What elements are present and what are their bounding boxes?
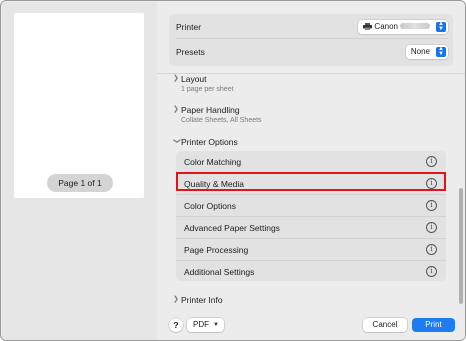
settings-pane: Printer Canon ▲ ▼ Presets None ▲ ▼ ❯ Lay… — [157, 2, 465, 340]
section-layout[interactable]: ❯ Layout 1 page per sheet — [173, 74, 333, 96]
settings-scroll-area: ❯ Layout 1 page per sheet ❯ Paper Handli… — [157, 74, 465, 308]
chevron-right-icon: ❯ — [173, 75, 179, 82]
presets-popup[interactable]: None ▲ ▼ — [405, 45, 448, 59]
pdf-label: PDF — [193, 320, 209, 329]
scrollbar-thumb[interactable] — [459, 188, 463, 304]
section-summary-paper-handling: Collate Sheets, All Sheets — [181, 117, 262, 124]
option-advanced-paper-settings[interactable]: Advanced Paper Settings i — [176, 217, 446, 239]
option-label: Advanced Paper Settings — [184, 223, 280, 233]
chevron-right-icon: ❯ — [173, 296, 179, 303]
bottom-bar: ? PDF ▼ Cancel Print — [157, 308, 465, 340]
print-dialog: Page 1 of 1 Printer Canon ▲ ▼ Presets Non… — [0, 0, 466, 341]
info-icon[interactable]: i — [426, 156, 437, 167]
presets-row: Presets None ▲ ▼ — [176, 40, 448, 64]
info-icon[interactable]: i — [426, 178, 437, 189]
option-color-matching[interactable]: Color Matching i — [176, 151, 446, 173]
info-icon[interactable]: i — [426, 244, 437, 255]
printer-name: Canon — [374, 22, 398, 31]
section-title-layout: Layout — [181, 74, 207, 84]
up-down-arrows-icon: ▲ ▼ — [436, 46, 446, 57]
presets-label: Presets — [176, 47, 205, 57]
section-printer-info[interactable]: ❯ Printer Info — [173, 295, 333, 306]
option-label: Color Matching — [184, 157, 242, 167]
preview-pane: Page 1 of 1 — [2, 2, 157, 340]
option-additional-settings[interactable]: Additional Settings i — [176, 261, 446, 281]
section-title-printer-options: Printer Options — [181, 137, 238, 147]
option-label: Color Options — [184, 201, 236, 211]
option-label: Page Processing — [184, 245, 249, 255]
printer-popup[interactable]: Canon ▲ ▼ — [358, 20, 448, 34]
option-color-options[interactable]: Color Options i — [176, 195, 446, 217]
redacted-printer-model — [400, 23, 430, 29]
help-button[interactable]: ? — [169, 318, 183, 332]
print-button[interactable]: Print — [412, 318, 455, 332]
chevron-right-icon: ❯ — [173, 106, 179, 113]
option-label: Quality & Media — [184, 179, 244, 189]
printer-label: Printer — [176, 22, 202, 32]
page-preview — [14, 13, 144, 198]
presets-value: None — [410, 47, 430, 56]
printer-icon — [363, 23, 373, 30]
up-down-arrows-icon: ▲ ▼ — [436, 21, 446, 32]
pdf-menu-button[interactable]: PDF ▼ — [187, 318, 224, 332]
printer-row: Printer Canon ▲ ▼ — [176, 15, 448, 39]
option-page-processing[interactable]: Page Processing i — [176, 239, 446, 261]
section-title-printer-info: Printer Info — [181, 295, 223, 305]
cancel-button[interactable]: Cancel — [363, 318, 407, 332]
info-icon[interactable]: i — [426, 266, 437, 277]
info-icon[interactable]: i — [426, 222, 437, 233]
section-printer-options[interactable]: ❯ Printer Options — [173, 137, 333, 148]
section-paper-handling[interactable]: ❯ Paper Handling Collate Sheets, All She… — [173, 105, 333, 127]
option-quality-media[interactable]: Quality & Media i — [176, 173, 446, 195]
section-title-paper-handling: Paper Handling — [181, 105, 240, 115]
section-summary-layout: 1 page per sheet — [181, 86, 234, 93]
page-indicator: Page 1 of 1 — [47, 174, 113, 192]
chevron-down-icon: ▼ — [213, 322, 219, 328]
printer-presets-group: Printer Canon ▲ ▼ Presets None ▲ ▼ — [169, 14, 453, 66]
printer-options-list: Color Matching i Quality & Media i Color… — [176, 151, 446, 281]
info-icon[interactable]: i — [426, 200, 437, 211]
chevron-down-icon: ❯ — [173, 138, 180, 144]
option-label: Additional Settings — [184, 267, 255, 277]
